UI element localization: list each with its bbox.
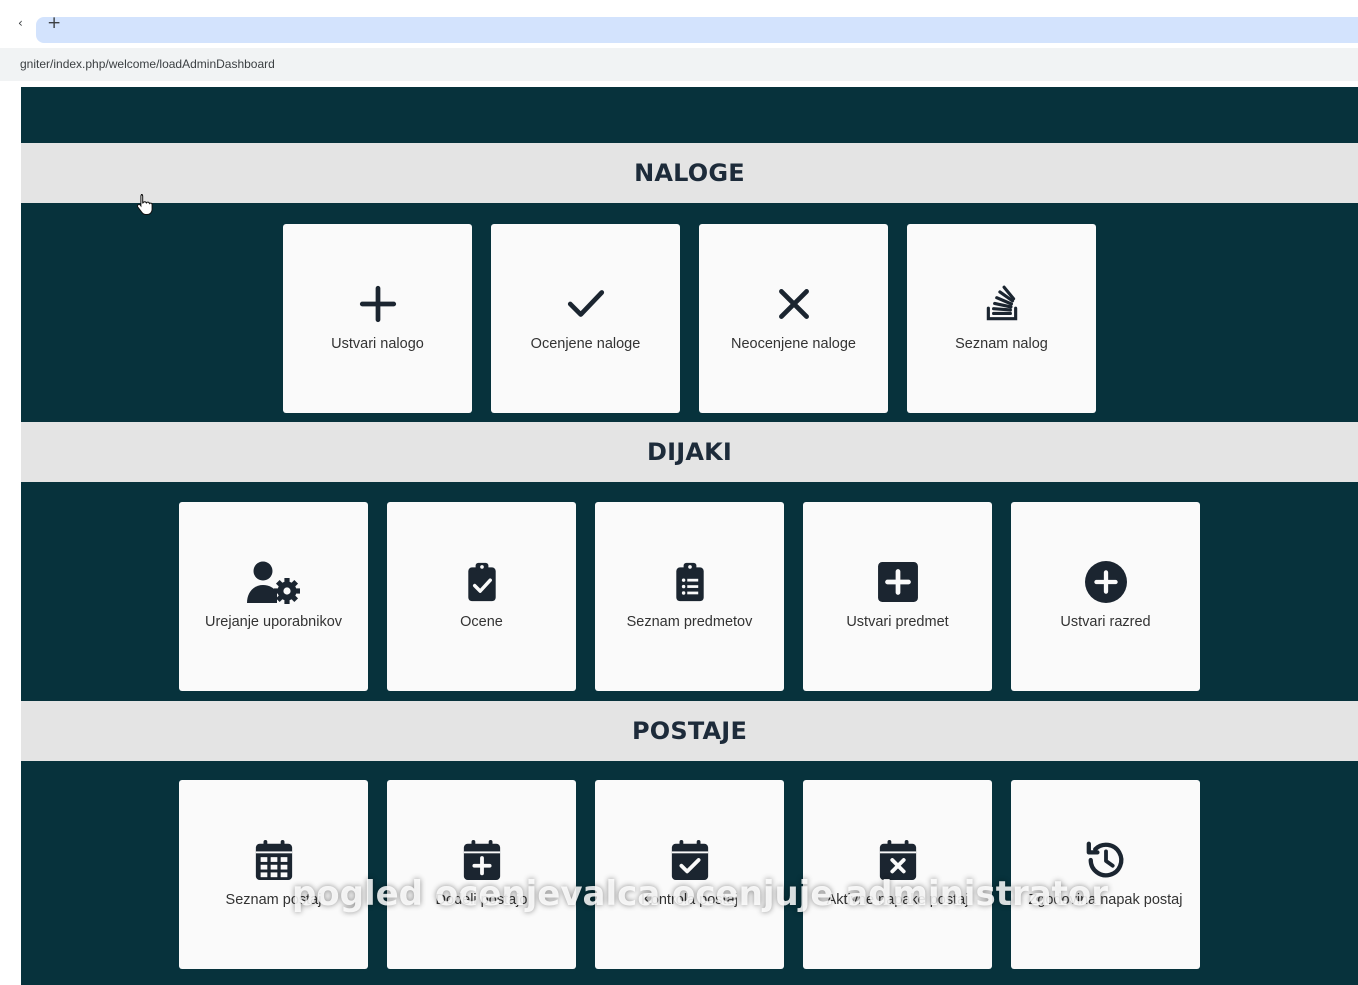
card-label: Zgodovina napak postaj [1028,891,1183,908]
card-label: Neocenjene naloge [731,335,856,352]
x-icon [772,282,816,326]
card-label: Ustvari predmet [846,613,949,630]
history-icon [1084,838,1128,882]
card-label: Dodeli postajo [435,891,528,908]
card-ustvari-predmet[interactable]: Ustvari predmet [803,502,992,691]
card-label: Seznam postaj [225,891,322,908]
user-gear-icon [244,560,304,604]
calendar-grid-icon [252,838,296,882]
card-seznam-nalog[interactable]: Seznam nalog [907,224,1096,413]
new-tab-button[interactable]: + [47,13,61,33]
calendar-check-icon [668,838,712,882]
card-label: Aktivne napake postaj [826,891,969,908]
address-bar[interactable]: gniter/index.php/welcome/loadAdminDashbo… [0,48,1358,81]
section-title-postaje: POSTAJE [631,717,748,745]
postaje-card-row: Seznam postaj Dodeli postajo Kontrola po… [21,780,1358,969]
naloge-card-row: Ustvari nalogo Ocenjene naloge Neocenjen… [21,224,1358,413]
card-aktivne-napake-postaj[interactable]: Aktivne napake postaj [803,780,992,969]
card-neocenjene-naloge[interactable]: Neocenjene naloge [699,224,888,413]
stack-icon [980,282,1024,326]
check-icon [564,282,608,326]
browser-tab-strip: ‹ + [0,0,1358,46]
section-header-postaje: POSTAJE [21,701,1358,761]
card-seznam-postaj[interactable]: Seznam postaj [179,780,368,969]
card-label: Urejanje uporabnikov [204,613,343,630]
card-label: Seznam predmetov [626,613,753,630]
calendar-plus-icon [460,838,504,882]
card-label: Ustvari razred [1060,613,1151,630]
card-dodeli-postajo[interactable]: Dodeli postajo [387,780,576,969]
active-tab[interactable] [36,17,1358,43]
plus-icon [356,282,400,326]
hand-pointer-icon [136,194,153,215]
card-label: Ustvari nalogo [331,335,424,352]
card-kontrola-postaj[interactable]: Kontrola postaj [595,780,784,969]
card-ocene[interactable]: Ocene [387,502,576,691]
card-urejanje-uporabnikov[interactable]: Urejanje uporabnikov [179,502,368,691]
section-header-naloge: NALOGE [21,143,1358,203]
top-navbar [21,87,1358,144]
admin-dashboard: NALOGE Ustvari nalogo Ocenjene naloge Ne… [21,87,1358,985]
circle-plus-icon [1084,560,1128,604]
back-chevron-icon[interactable]: ‹ [18,16,23,30]
section-title-naloge: NALOGE [634,159,745,187]
clipboard-list-icon [668,560,712,604]
card-ustvari-nalogo[interactable]: Ustvari nalogo [283,224,472,413]
card-ustvari-razred[interactable]: Ustvari razred [1011,502,1200,691]
section-title-dijaki: DIJAKI [646,438,733,466]
square-plus-icon [876,560,920,604]
calendar-x-icon [876,838,920,882]
clipboard-check-icon [460,560,504,604]
card-ocenjene-naloge[interactable]: Ocenjene naloge [491,224,680,413]
card-label: Ocene [460,613,503,630]
dijaki-card-row: Urejanje uporabnikov Ocene Seznam predme… [21,502,1358,691]
card-label: Ocenjene naloge [530,335,641,352]
section-header-dijaki: DIJAKI [21,422,1358,482]
address-bar-url[interactable]: gniter/index.php/welcome/loadAdminDashbo… [20,57,275,71]
card-seznam-predmetov[interactable]: Seznam predmetov [595,502,784,691]
card-label: Seznam nalog [955,335,1048,352]
card-zgodovina-napak-postaj[interactable]: Zgodovina napak postaj [1011,780,1200,969]
card-label: Kontrola postaj [641,891,738,908]
